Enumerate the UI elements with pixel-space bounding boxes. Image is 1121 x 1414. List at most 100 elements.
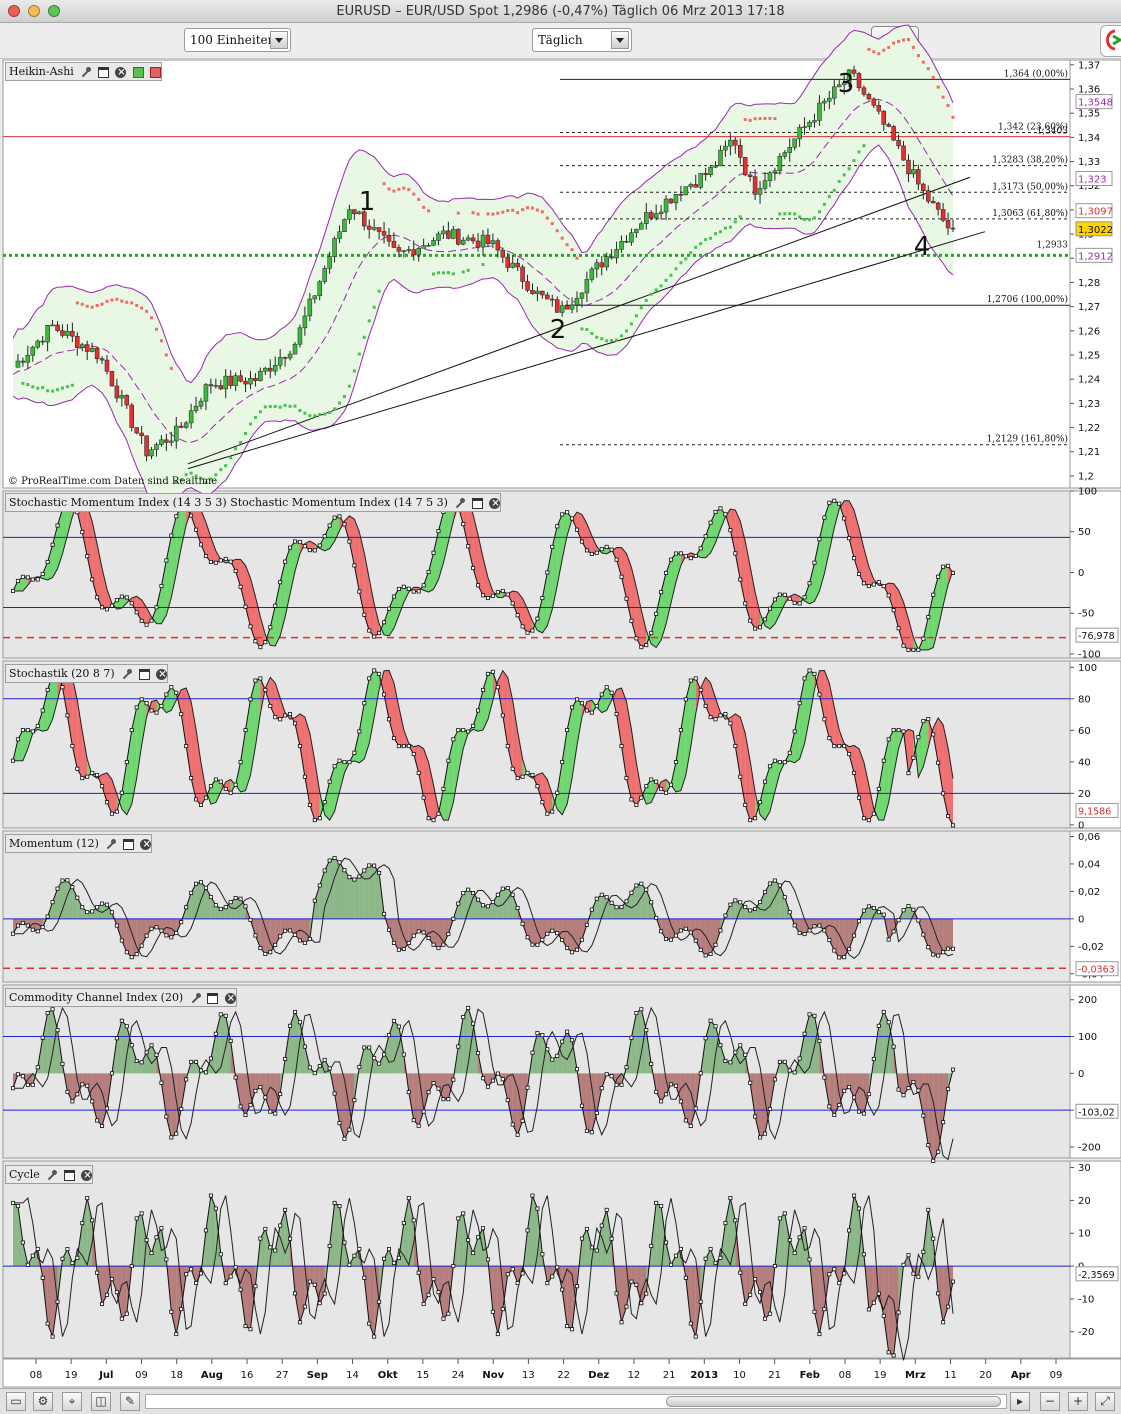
- scrollbar-thumb[interactable]: [666, 1396, 1001, 1407]
- candle: [757, 188, 763, 195]
- zoom-in-icon[interactable]: +: [1068, 1392, 1088, 1411]
- sar-dot: [229, 456, 233, 460]
- osc-fill: [547, 779, 553, 814]
- units-select[interactable]: 100 Einheiten: [184, 28, 291, 52]
- osc-fill: [760, 892, 765, 919]
- crop-icon[interactable]: ◫: [91, 1392, 111, 1411]
- y-tick-label: 0: [1078, 914, 1084, 925]
- window-icon[interactable]: [138, 668, 150, 680]
- osc-point: [25, 575, 30, 580]
- chart-style-button[interactable]: [871, 26, 919, 54]
- osc-point: [382, 911, 387, 916]
- osc-point: [119, 594, 124, 599]
- candle: [208, 384, 214, 387]
- close-icon[interactable]: [224, 990, 236, 1007]
- osc-point: [718, 1043, 723, 1048]
- window-icon[interactable]: [122, 838, 134, 850]
- arrow-down-icon[interactable]: [150, 66, 162, 78]
- chevron-down-icon[interactable]: [611, 31, 629, 49]
- wrench-icon[interactable]: [454, 497, 466, 509]
- window-icon[interactable]: [63, 1169, 75, 1181]
- wave-label: 3: [838, 69, 855, 99]
- osc-fill: [606, 1073, 612, 1077]
- osc-point: [461, 1015, 466, 1020]
- zoom-fit-icon[interactable]: ⤢: [1095, 1392, 1115, 1411]
- wrench-icon[interactable]: [46, 1169, 58, 1181]
- osc-point: [787, 596, 792, 601]
- osc-fill: [72, 1073, 78, 1102]
- wrench-icon[interactable]: [105, 838, 117, 850]
- close-icon[interactable]: [81, 1167, 93, 1184]
- osc-point: [673, 1253, 678, 1258]
- osc-fill: [369, 670, 375, 744]
- time-scrollbar[interactable]: [145, 1394, 1007, 1409]
- chevron-down-icon[interactable]: [270, 31, 288, 49]
- osc-point: [85, 1083, 90, 1088]
- wrench-icon[interactable]: [190, 992, 201, 1004]
- window-icon[interactable]: [97, 66, 109, 78]
- chart-canvas[interactable]: 1,371,361,351,341,331,321,311,31,291,281…: [0, 0, 1121, 1413]
- osc-point: [649, 900, 654, 905]
- osc-point: [30, 1253, 35, 1258]
- osc-fill: [62, 1063, 68, 1092]
- axis-smi: [1069, 490, 1121, 659]
- osc-fill: [97, 774, 103, 787]
- osc-point: [213, 560, 218, 565]
- osc-fill: [47, 1009, 53, 1074]
- osc-fill: [389, 918, 394, 943]
- sar-dot: [585, 327, 589, 331]
- osc-point: [466, 887, 471, 892]
- wrench-icon[interactable]: [121, 668, 133, 680]
- sar-dot: [600, 337, 604, 341]
- period-select[interactable]: Täglich: [532, 28, 632, 52]
- cursor-icon[interactable]: ⌖: [62, 1392, 82, 1411]
- osc-point: [372, 1056, 377, 1061]
- folder-icon[interactable]: ▭: [6, 1392, 26, 1411]
- wave-label: 2: [550, 315, 567, 345]
- osc-point: [416, 589, 421, 594]
- x-tick-label: 21: [768, 1370, 781, 1381]
- osc-point: [530, 1193, 535, 1198]
- candle: [742, 157, 748, 176]
- osc-point: [906, 1086, 911, 1091]
- y-tick-label: 1,23: [1078, 399, 1100, 410]
- osc-point: [931, 1158, 936, 1163]
- osc-point: [901, 1262, 906, 1267]
- draw-icon[interactable]: ✎: [120, 1392, 140, 1411]
- osc-point: [852, 933, 857, 938]
- close-icon[interactable]: [140, 836, 152, 853]
- osc-point: [40, 1035, 45, 1040]
- window-icon[interactable]: [471, 497, 483, 509]
- candle: [475, 240, 481, 248]
- osc-point: [763, 1316, 768, 1321]
- osc-point: [238, 760, 243, 765]
- osc-point: [619, 904, 624, 909]
- close-icon[interactable]: [156, 666, 168, 683]
- settings-icon[interactable]: ⚙: [33, 1392, 53, 1411]
- osc-fill: [374, 1266, 380, 1337]
- osc-point: [614, 905, 619, 910]
- osc-point: [560, 512, 565, 517]
- osc-fill: [433, 1266, 439, 1293]
- osc-fill: [735, 1220, 741, 1273]
- osc-point: [941, 1120, 946, 1125]
- window-icon[interactable]: [207, 992, 219, 1004]
- osc-point: [228, 1038, 233, 1043]
- osc-fill: [463, 730, 469, 749]
- osc-fill: [393, 682, 399, 747]
- candle: [258, 370, 263, 381]
- osc-point: [292, 932, 297, 937]
- osc-fill: [586, 909, 592, 925]
- osc-fill: [418, 1266, 424, 1304]
- signal-line: [13, 669, 954, 821]
- arrow-up-icon[interactable]: [132, 66, 144, 78]
- osc-point: [15, 923, 20, 928]
- wrench-icon[interactable]: [80, 66, 92, 78]
- zoom-out-icon[interactable]: −: [1040, 1392, 1060, 1411]
- scroll-right-icon[interactable]: ▸: [1010, 1392, 1030, 1411]
- candle: [782, 152, 788, 157]
- osc-fill: [868, 566, 874, 587]
- close-icon[interactable]: [489, 495, 501, 512]
- osc-fill: [745, 733, 751, 821]
- close-icon[interactable]: [115, 64, 127, 81]
